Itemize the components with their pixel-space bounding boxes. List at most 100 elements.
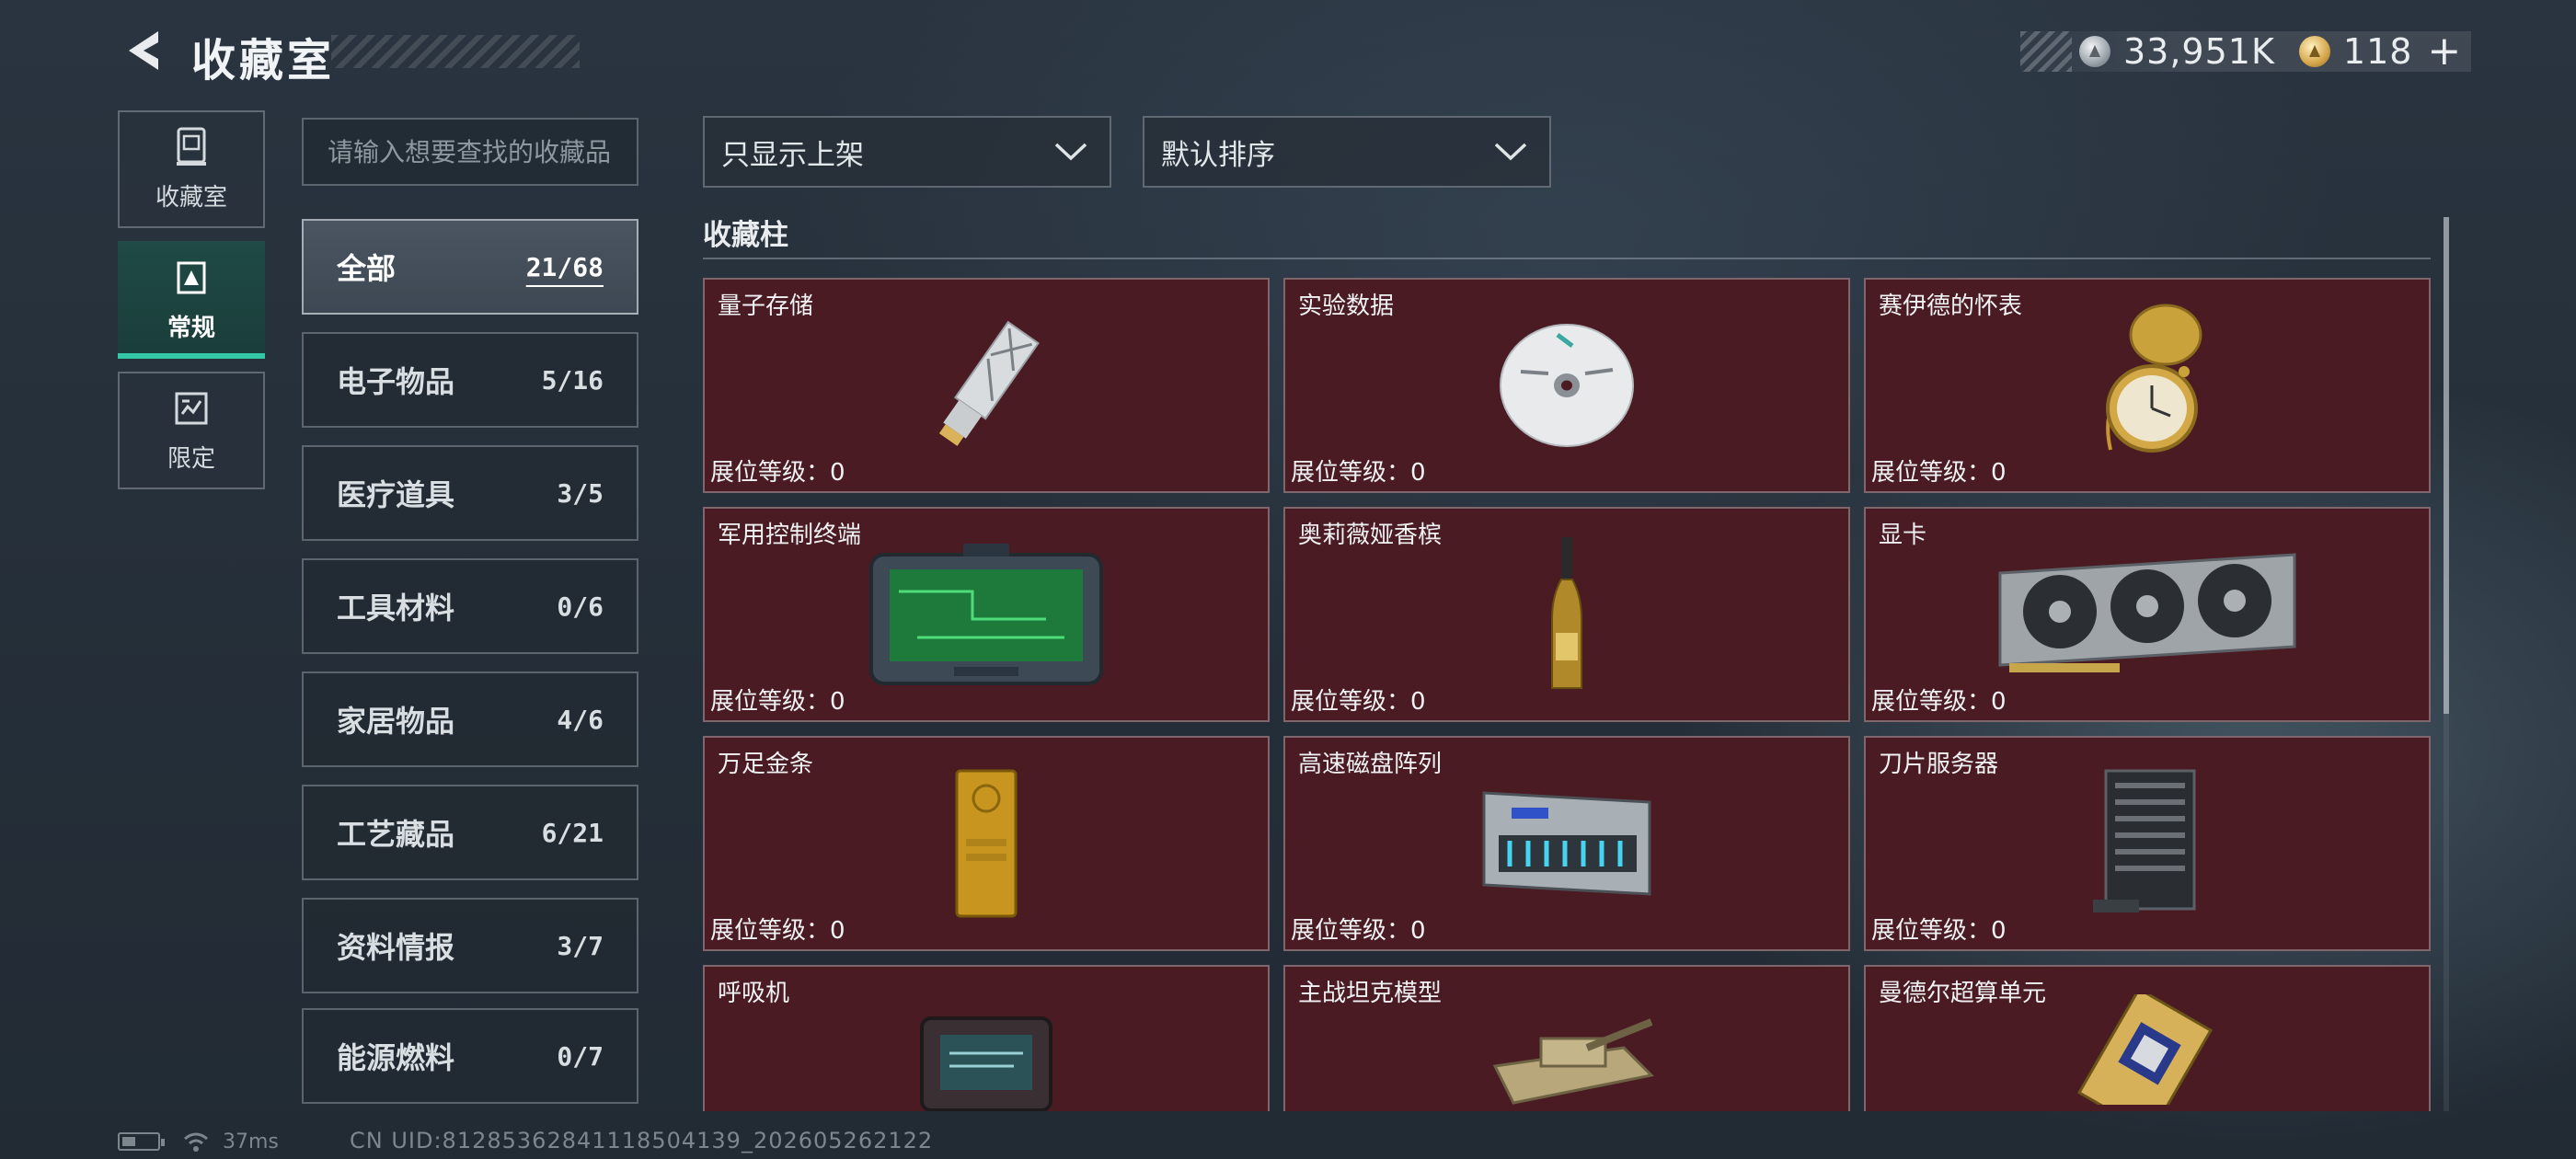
pocket-watch-icon <box>2106 304 2202 453</box>
booth-level: 展位等级：0 <box>710 688 845 716</box>
rail-item-label: 限定 <box>167 444 215 473</box>
silver-currency-value: 33,951K <box>2123 31 2275 72</box>
collectible-name: 刀片服务器 <box>1879 751 1999 778</box>
wifi-icon <box>184 1132 208 1152</box>
collectible-name: 呼吸机 <box>718 980 790 1007</box>
ping-value: 37ms <box>223 1130 279 1153</box>
category-name: 工艺藏品 <box>337 817 455 852</box>
booth-level: 展位等级：0 <box>1871 688 2007 716</box>
booth-level: 展位等级：0 <box>1871 917 2007 945</box>
collectible-name: 实验数据 <box>1298 293 1395 320</box>
category-tools[interactable]: 工具材料 0/6 <box>302 558 638 654</box>
category-name: 家居物品 <box>337 704 455 739</box>
category-household[interactable]: 家居物品 4/6 <box>302 671 638 767</box>
blade-server-icon <box>2093 769 2196 912</box>
collectible-card[interactable]: 曼德尔超算单元 <box>1864 965 2431 1111</box>
collectible-card[interactable]: 军用控制终端 展位等级：0 <box>703 507 1270 722</box>
rail-item-label: 常规 <box>167 314 215 342</box>
dropdown-value: 只显示上架 <box>721 138 864 172</box>
booth-level: 展位等级：0 <box>710 917 845 945</box>
category-medical[interactable]: 医疗道具 3/5 <box>302 445 638 541</box>
rail-item-collection-room[interactable]: 收藏室 <box>118 110 265 228</box>
collectible-name: 曼德尔超算单元 <box>1879 980 2047 1007</box>
collectible-name: 赛伊德的怀表 <box>1879 293 2023 320</box>
category-count: 5/16 <box>541 364 604 396</box>
collectible-name: 奥莉薇娅香槟 <box>1298 522 1443 549</box>
collectible-name: 高速磁盘阵列 <box>1298 751 1443 778</box>
collectible-card[interactable]: 高速磁盘阵列 展位等级：0 <box>1283 736 1850 951</box>
gold-bar-icon <box>955 769 1018 918</box>
collectible-card[interactable]: 刀片服务器 展位等级：0 <box>1864 736 2431 951</box>
booth-level: 展位等级：0 <box>710 459 845 487</box>
ventilator-icon <box>920 1016 1052 1111</box>
page-title: 收藏室 <box>191 35 336 86</box>
booth-level: 展位等级：0 <box>1291 688 1426 716</box>
booth-level: 展位等级：0 <box>1291 917 1426 945</box>
battery-icon <box>118 1132 165 1151</box>
limited-icon <box>173 388 210 429</box>
search-input[interactable] <box>302 118 638 186</box>
section-divider <box>703 258 2431 259</box>
cabinet-grid: 量子存储 展位等级：0 实验数据 展位等级：0 赛伊德的怀表 展位等级：0 军用… <box>699 274 2434 1111</box>
chevron-down-icon <box>1494 143 1527 161</box>
quantum-storage-icon <box>938 320 1040 446</box>
collectible-name: 万足金条 <box>718 751 814 778</box>
category-name: 电子物品 <box>337 364 455 399</box>
category-count: 3/5 <box>557 477 604 509</box>
regular-icon <box>173 258 210 298</box>
collectible-card[interactable]: 奥莉薇娅香槟 展位等级：0 <box>1283 507 1850 722</box>
collectible-card[interactable]: 呼吸机 <box>703 965 1270 1111</box>
category-energy[interactable]: 能源燃料 0/7 <box>302 1008 638 1104</box>
control-terminal-icon <box>869 544 1103 685</box>
category-crafts[interactable]: 工艺藏品 6/21 <box>302 785 638 880</box>
category-count: 21/68 <box>525 251 604 282</box>
collectible-name: 显卡 <box>1879 522 1927 549</box>
collectible-card[interactable]: 实验数据 展位等级：0 <box>1283 278 1850 493</box>
collection-room-icon <box>173 127 210 167</box>
collectible-card[interactable]: 显卡 展位等级：0 <box>1864 507 2431 722</box>
cabinet-title: 收藏柱 <box>703 219 788 252</box>
gold-coin-icon <box>2298 36 2330 67</box>
status-footer: 37ms <box>118 1128 279 1155</box>
listing-filter-dropdown[interactable]: 只显示上架 <box>703 116 1111 188</box>
back-button[interactable] <box>118 26 167 75</box>
category-intel[interactable]: 资料情报 3/7 <box>302 898 638 993</box>
scrollbar-thumb[interactable] <box>2444 217 2449 714</box>
disc-icon <box>1500 324 1634 447</box>
currency-bar: 33,951K 118 + <box>2020 31 2471 72</box>
category-count: 4/6 <box>557 704 604 735</box>
collectible-name: 主战坦克模型 <box>1298 980 1443 1007</box>
back-arrow-icon <box>129 31 158 70</box>
graphics-card-icon <box>1998 553 2296 672</box>
gold-currency-value: 118 <box>2342 31 2413 72</box>
booth-level: 展位等级：0 <box>1291 459 1426 487</box>
category-count: 6/21 <box>541 817 604 848</box>
category-all[interactable]: 全部 21/68 <box>302 219 638 315</box>
category-name: 全部 <box>337 251 397 286</box>
rail-item-limited[interactable]: 限定 <box>118 372 265 489</box>
rail-item-label: 收藏室 <box>155 183 227 212</box>
category-name: 工具材料 <box>337 591 455 625</box>
category-count: 0/6 <box>557 591 604 622</box>
collectible-card[interactable]: 主战坦克模型 <box>1283 965 1850 1111</box>
category-electronics[interactable]: 电子物品 5/16 <box>302 332 638 428</box>
collectible-name: 军用控制终端 <box>718 522 862 549</box>
category-name: 医疗道具 <box>337 477 455 512</box>
chevron-down-icon <box>1054 143 1087 161</box>
collectible-name: 量子存储 <box>718 293 814 320</box>
add-currency-button[interactable]: + <box>2427 31 2461 72</box>
sort-dropdown[interactable]: 默认排序 <box>1143 116 1551 188</box>
category-name: 资料情报 <box>337 930 455 965</box>
rail-item-regular[interactable]: 常规 <box>118 241 265 359</box>
user-uid: CN UID:81285362841118504139_202605262122 <box>350 1128 934 1153</box>
title-decoration <box>331 35 580 68</box>
collectible-card[interactable]: 万足金条 展位等级：0 <box>703 736 1270 951</box>
top-bar: 收藏室 33,951K 118 + <box>0 0 2576 101</box>
disk-array-icon <box>1482 791 1651 896</box>
collectible-card[interactable]: 量子存储 展位等级：0 <box>703 278 1270 493</box>
silver-coin-icon <box>2079 36 2110 67</box>
collectible-card[interactable]: 赛伊德的怀表 展位等级：0 <box>1864 278 2431 493</box>
category-name: 能源燃料 <box>337 1040 455 1075</box>
champagne-icon <box>1551 537 1582 689</box>
dropdown-value: 默认排序 <box>1161 138 1275 172</box>
